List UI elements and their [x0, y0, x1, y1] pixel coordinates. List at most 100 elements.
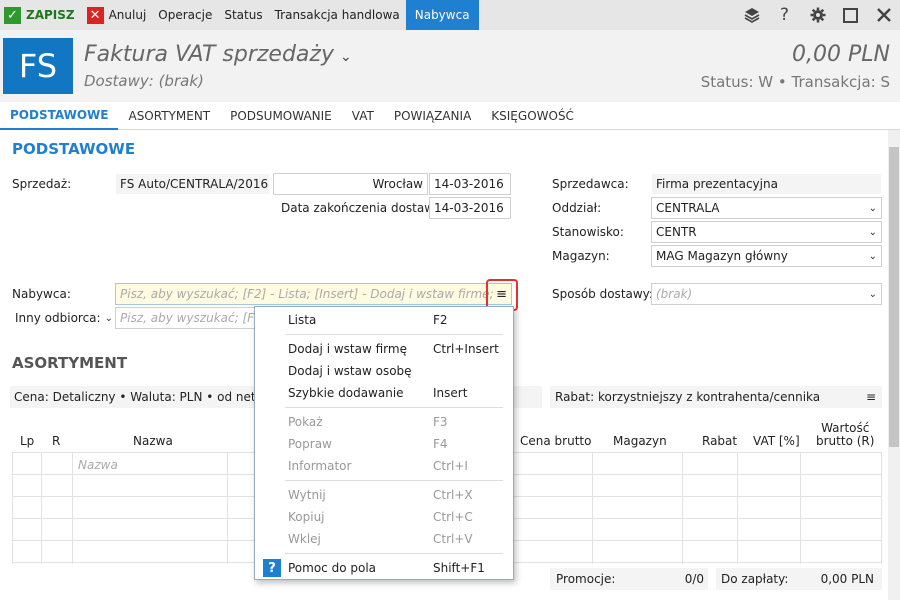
column-header-warehouse[interactable]: Magazyn	[613, 434, 667, 448]
issue-date-value: 14-03-2016	[434, 177, 504, 191]
menu-item-label: Kopiuj	[288, 510, 325, 524]
warehouse-value: MAG Magazyn główny	[656, 249, 788, 263]
menu-item-shortcut: F3	[433, 415, 448, 429]
warehouse-label: Magazyn:	[552, 249, 610, 263]
tab-assortment[interactable]: ASORTYMENT	[118, 102, 220, 130]
buyer-search-placeholder: Pisz, aby wyszukać; [F2] - Lista; [Inser…	[120, 287, 494, 301]
column-header-r[interactable]: R	[52, 434, 60, 448]
chevron-down-icon: ⌄	[868, 226, 877, 238]
menu-item-list[interactable]: Lista F2	[255, 309, 513, 331]
other-recipient-label: Inny odbiorca:	[15, 311, 101, 325]
branch-label: Oddział:	[552, 201, 602, 215]
to-pay-value: 0,00 PLN	[820, 572, 874, 586]
sale-series-field[interactable]: FS Auto/CENTRALA/2016 ≡	[115, 173, 270, 195]
menu-item-shortcut: Insert	[433, 386, 468, 400]
menu-item-info[interactable]: Informator Ctrl+I	[255, 455, 513, 477]
column-divider	[682, 452, 683, 564]
station-label: Stanowisko:	[552, 225, 624, 239]
column-header-lp[interactable]: Lp	[20, 434, 34, 448]
buyer-search-input[interactable]: Pisz, aby wyszukać; [F2] - Lista; [Inser…	[115, 283, 512, 305]
menu-item-add-person[interactable]: Dodaj i wstaw osobę	[255, 360, 513, 382]
document-title-text: Faktura VAT sprzedaży	[84, 42, 334, 67]
menu-item-shortcut: F4	[433, 437, 448, 451]
help-icon[interactable]: ?	[768, 0, 801, 30]
branch-select[interactable]: CENTRALA ⌄	[651, 197, 882, 219]
delivery-end-date-value: 14-03-2016	[434, 201, 504, 215]
column-header-gross-value-line2: brutto (R)	[816, 434, 875, 448]
menu-item-add-company[interactable]: Dodaj i wstaw firmę Ctrl+Insert	[255, 338, 513, 360]
section-basic-title: PODSTAWOWE	[12, 140, 136, 158]
tab-vat[interactable]: VAT	[342, 102, 384, 130]
column-divider	[41, 452, 42, 564]
document-amount: 0,00 PLN	[792, 42, 890, 67]
menu-lines-icon[interactable]: ≡	[866, 390, 876, 404]
menu-lines-icon[interactable]: ≡	[268, 177, 269, 192]
city-field[interactable]: Wrocław	[273, 173, 428, 195]
menu-item-paste[interactable]: Wklej Ctrl+V	[255, 528, 513, 550]
document-title[interactable]: Faktura VAT sprzedaży ⌄	[84, 42, 352, 67]
column-divider	[881, 452, 882, 564]
station-value: CENTR	[656, 225, 697, 239]
layers-icon[interactable]	[735, 0, 768, 30]
tab-relations[interactable]: POWIĄZANIA	[384, 102, 481, 130]
menu-operations[interactable]: Operacje	[152, 0, 218, 30]
menu-buyer[interactable]: Nabywca	[405, 0, 479, 30]
scrollbar-thumb[interactable]	[889, 147, 899, 447]
menu-item-cut[interactable]: Wytnij Ctrl+X	[255, 484, 513, 506]
menu-item-label: Wytnij	[288, 488, 326, 502]
save-label: ZAPISZ	[26, 8, 75, 22]
menu-item-label: Informator	[288, 459, 352, 473]
menu-status[interactable]: Status	[218, 0, 268, 30]
menu-item-label: Pokaż	[288, 415, 323, 429]
column-divider	[737, 452, 738, 564]
rabat-info-bar[interactable]: Rabat: korzystniejszy z kontrahenta/cenn…	[550, 386, 882, 408]
menu-item-label: Dodaj i wstaw osobę	[288, 364, 412, 378]
menu-item-label: Wklej	[288, 532, 321, 546]
menu-item-edit[interactable]: Popraw F4	[255, 433, 513, 455]
menu-item-quick-add[interactable]: Szybkie dodawanie Insert	[255, 382, 513, 404]
shipping-label: Sposób dostawy:	[552, 287, 653, 301]
document-header: FS Faktura VAT sprzedaży ⌄ Dostawy: (brak…	[0, 30, 900, 102]
menu-item-shortcut: Ctrl+I	[433, 459, 468, 473]
to-pay-label: Do zapłaty:	[721, 572, 789, 586]
name-placeholder[interactable]: Nazwa	[78, 458, 118, 472]
city-value: Wrocław	[372, 177, 423, 191]
menu-item-copy[interactable]: Kopiuj Ctrl+C	[255, 506, 513, 528]
tab-accounting[interactable]: KSIĘGOWOŚĆ	[481, 102, 584, 130]
seller-value: Firma prezentacyjna	[656, 177, 778, 191]
column-header-gross-value[interactable]: Wartość brutto (R)	[816, 422, 874, 448]
issue-date-field[interactable]: 14-03-2016 ⌄	[429, 173, 511, 195]
maximize-icon[interactable]	[834, 0, 867, 30]
cancel-label: Anuluj	[108, 8, 147, 22]
tab-basic[interactable]: PODSTAWOWE	[0, 102, 119, 130]
sale-label: Sprzedaż:	[12, 177, 72, 191]
warehouse-select[interactable]: MAG Magazyn główny ⌄	[651, 245, 882, 267]
column-header-rabat[interactable]: Rabat	[702, 434, 737, 448]
promotions-summary: Promocje: 0/0	[550, 568, 708, 590]
column-divider	[12, 452, 13, 564]
menu-transaction[interactable]: Transakcja handlowa	[269, 0, 406, 30]
gear-icon[interactable]	[801, 0, 834, 30]
other-recipient-input[interactable]: Pisz, aby wyszukać; [F2] - L	[115, 307, 255, 329]
station-select[interactable]: CENTR ⌄	[651, 221, 882, 243]
help-icon: ?	[263, 559, 281, 577]
chevron-down-icon: ⌄	[504, 179, 510, 190]
save-button[interactable]: ✓ ZAPISZ	[0, 0, 81, 30]
column-header-name[interactable]: Nazwa	[133, 434, 173, 448]
menu-item-label: Dodaj i wstaw firmę	[288, 342, 407, 356]
menu-item-field-help[interactable]: ? Pomoc do pola Shift+F1	[255, 557, 513, 579]
delivery-end-date-field[interactable]: 14-03-2016 ⌄	[429, 197, 511, 219]
tab-summary[interactable]: PODSUMOWANIE	[220, 102, 342, 130]
shipping-select[interactable]: (brak) ⌄	[651, 283, 882, 305]
menu-item-show[interactable]: Pokaż F3	[255, 411, 513, 433]
column-header-gross-price[interactable]: Cena brutto	[520, 434, 591, 448]
column-header-vat[interactable]: VAT [%]	[753, 434, 800, 448]
close-window-icon[interactable]	[867, 0, 900, 30]
menu-item-shortcut: Shift+F1	[433, 561, 485, 575]
to-pay-summary: Do zapłaty: 0,00 PLN	[716, 568, 882, 590]
other-recipient-select[interactable]: Inny odbiorca: ⌄	[10, 307, 113, 329]
promotions-value: 0/0	[684, 572, 704, 586]
buyer-label: Nabywca:	[12, 287, 71, 301]
cancel-button[interactable]: ✕ Anuluj	[81, 0, 153, 30]
seller-label: Sprzedawca:	[552, 177, 629, 191]
